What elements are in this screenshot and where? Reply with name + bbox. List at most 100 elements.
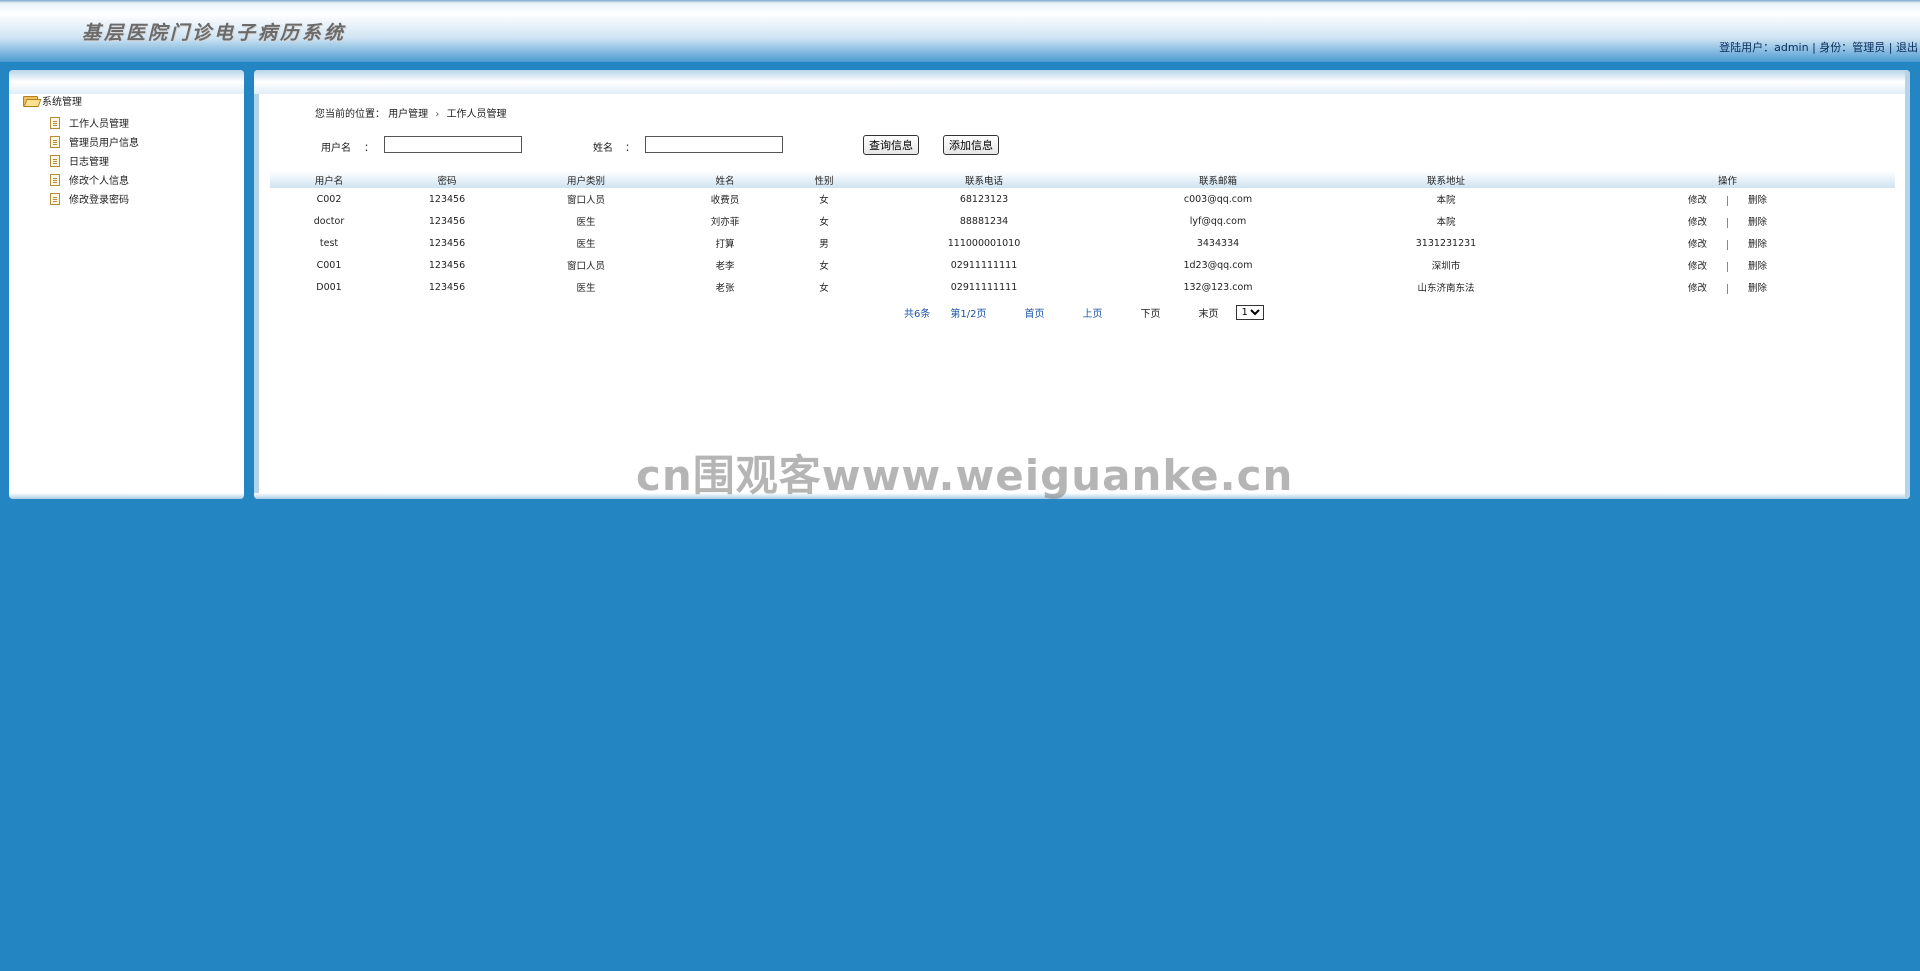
table-cell: 窗口人员 — [566, 261, 605, 272]
sidebar-item-staff[interactable]: 工作人员管理 — [50, 113, 139, 132]
column-header: 联系邮箱 — [1104, 171, 1332, 188]
table-row: test 123456 医生 打算 男 111000001010 3434334… — [270, 232, 1895, 254]
table-cell: 医生 — [576, 283, 596, 294]
table-cell: 女 — [819, 261, 829, 272]
sidebar-item-logs[interactable]: 日志管理 — [50, 151, 139, 170]
pager-page-info: 第1/2页 — [950, 309, 987, 320]
edit-link[interactable]: 修改 — [1688, 217, 1707, 228]
user-name: admin — [1774, 41, 1809, 54]
sidebar-panel: 系统管理 工作人员管理 管理员用户信息 日志管理 修改个人信息 修改登录密码 — [9, 70, 244, 499]
sidebar-item-admin-users[interactable]: 管理员用户信息 — [50, 132, 139, 151]
table-cell: 老李 — [715, 261, 735, 272]
table-cell: 男 — [819, 239, 829, 250]
row-actions: 修改 删除 — [1560, 188, 1895, 210]
table-cell: 女 — [819, 195, 829, 206]
breadcrumb-separator: › — [435, 109, 440, 120]
add-button[interactable]: 添加信息 — [943, 135, 999, 155]
table-cell: lyf@qq.com — [1189, 215, 1247, 227]
query-button[interactable]: 查询信息 — [863, 135, 919, 155]
document-icon — [50, 154, 60, 167]
document-icon — [50, 173, 60, 186]
breadcrumb: 您当前的位置： 用户管理 › 工作人员管理 — [315, 105, 507, 120]
app-header: 基层医院门诊电子病历系统 登陆用户：admin | 身份：管理员 | 退出 — [0, 0, 1920, 62]
delete-link[interactable]: 删除 — [1748, 195, 1767, 206]
edit-link[interactable]: 修改 — [1688, 283, 1707, 294]
username-label: 用户名 — [321, 143, 351, 154]
breadcrumb-level1: 用户管理 — [388, 109, 429, 120]
table-cell: 本院 — [1436, 217, 1456, 228]
document-icon — [50, 116, 60, 129]
pager-page-select[interactable]: 1 — [1236, 305, 1265, 320]
row-actions: 修改 删除 — [1560, 210, 1895, 232]
table-cell: 窗口人员 — [566, 195, 605, 206]
tree-items: 工作人员管理 管理员用户信息 日志管理 修改个人信息 修改登录密码 — [50, 113, 139, 208]
delete-link[interactable]: 删除 — [1748, 217, 1767, 228]
sidebar-item-password[interactable]: 修改登录密码 — [50, 189, 139, 208]
breadcrumb-level2: 工作人员管理 — [446, 109, 507, 120]
table-cell: 山东济南东法 — [1417, 283, 1475, 294]
table-cell: 123456 — [428, 215, 466, 227]
table-cell: 111000001010 — [947, 237, 1021, 249]
document-icon — [50, 135, 60, 148]
username-colon: ： — [364, 143, 374, 154]
table-cell: 收费员 — [710, 195, 740, 206]
table-cell: 68123123 — [959, 193, 1009, 205]
pagination: 共6条 第1/2页 首页 上页 下页 末页 1 — [904, 305, 1265, 320]
table-cell: 3131231231 — [1415, 237, 1477, 249]
table-cell: 打算 — [715, 239, 735, 250]
table-cell: 123456 — [428, 281, 466, 293]
table-cell: 1d23@qq.com — [1183, 259, 1253, 271]
search-form: 用户名 ： 姓名 ： 查询信息 添加信息 — [254, 135, 1910, 155]
column-header: 操作 — [1560, 171, 1895, 188]
column-header: 联系电话 — [864, 171, 1104, 188]
name-label: 姓名 — [593, 143, 613, 154]
pager-last-link[interactable]: 末页 — [1198, 305, 1218, 320]
sidebar-item-profile[interactable]: 修改个人信息 — [50, 170, 139, 189]
edit-link[interactable]: 修改 — [1688, 261, 1707, 272]
table-cell: D001 — [316, 281, 342, 293]
edit-link[interactable]: 修改 — [1688, 239, 1707, 250]
delete-link[interactable]: 删除 — [1748, 261, 1767, 272]
table-row: C002 123456 窗口人员 收费员 女 68123123 c003@qq.… — [270, 188, 1895, 210]
staff-table: 用户名 密码 用户类别 姓名 性别 联系电话 联系邮箱 联系地址 操作 C002… — [270, 171, 1895, 298]
table-cell: 女 — [819, 283, 829, 294]
table-cell: C001 — [316, 259, 342, 271]
user-bar-separator: | — [1812, 41, 1816, 54]
column-header: 密码 — [388, 171, 506, 188]
row-actions: 修改 删除 — [1560, 254, 1895, 276]
folder-open-icon — [23, 95, 38, 107]
user-bar-separator: | — [1888, 41, 1893, 54]
username-input[interactable] — [384, 136, 522, 153]
delete-link[interactable]: 删除 — [1748, 283, 1767, 294]
table-cell: 老张 — [715, 283, 735, 294]
table-row: doctor 123456 医生 刘亦菲 女 88881234 lyf@qq.c… — [270, 210, 1895, 232]
pager-first-link[interactable]: 首页 — [1024, 305, 1044, 320]
pager-prev-link[interactable]: 上页 — [1082, 305, 1102, 320]
table-cell: 132@123.com — [1183, 281, 1253, 293]
tree-root-label: 系统管理 — [42, 97, 82, 108]
role-label: 身份： — [1819, 41, 1853, 54]
column-header: 用户类别 — [506, 171, 666, 188]
pager-next-link[interactable]: 下页 — [1140, 305, 1160, 320]
logout-link[interactable]: 退出 — [1896, 41, 1918, 54]
breadcrumb-prefix: 您当前的位置： — [315, 109, 385, 120]
table-cell: 深圳市 — [1431, 261, 1461, 272]
role-value: 管理员 — [1852, 41, 1886, 54]
tree-root-system[interactable]: 系统管理 — [23, 93, 82, 108]
delete-link[interactable]: 删除 — [1748, 239, 1767, 250]
table-row: C001 123456 窗口人员 老李 女 02911111111 1d23@q… — [270, 254, 1895, 276]
row-actions: 修改 删除 — [1560, 232, 1895, 254]
table-cell: C002 — [316, 193, 342, 205]
table-row: D001 123456 医生 老张 女 02911111111 132@123.… — [270, 276, 1895, 298]
table-cell: 88881234 — [959, 215, 1009, 227]
main-panel: 您当前的位置： 用户管理 › 工作人员管理 用户名 ： 姓名 ： 查询信息 添加… — [254, 70, 1910, 499]
pager-total: 共6条 — [904, 309, 931, 320]
document-icon — [50, 192, 60, 205]
name-input[interactable] — [645, 136, 783, 153]
column-header: 性别 — [784, 171, 864, 188]
table-cell: 02911111111 — [950, 281, 1018, 293]
table-header-row: 用户名 密码 用户类别 姓名 性别 联系电话 联系邮箱 联系地址 操作 — [270, 171, 1895, 188]
table-cell: c003@qq.com — [1183, 193, 1253, 205]
table-cell: 刘亦菲 — [710, 217, 740, 228]
edit-link[interactable]: 修改 — [1688, 195, 1707, 206]
